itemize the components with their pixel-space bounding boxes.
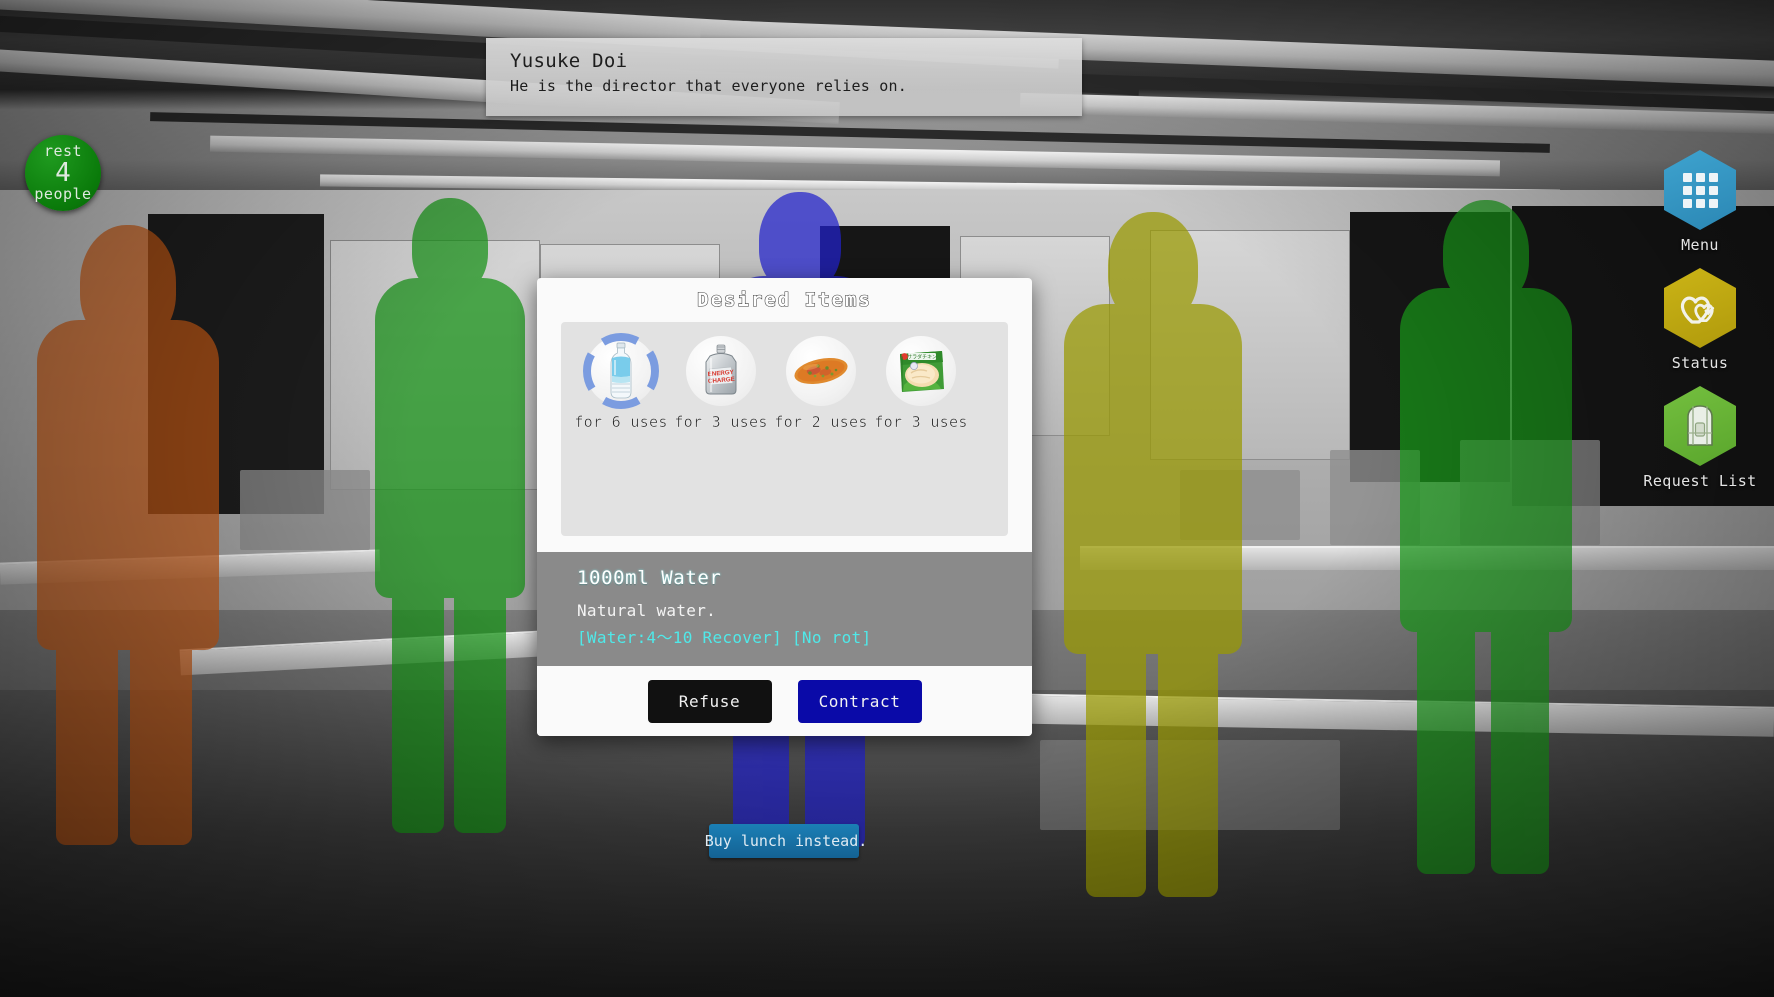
sidebar-item-menu[interactable]: Menu <box>1626 150 1774 254</box>
item-slot-jelly[interactable]: ENERGY CHARGE for 3 uses <box>671 336 771 431</box>
contract-button[interactable]: Contract <box>797 679 922 723</box>
dialog-title: Desired Items <box>697 288 872 311</box>
person-green-right <box>1395 200 1577 874</box>
sidebar-label-status: Status <box>1671 354 1729 372</box>
rest-count: 4 <box>55 158 71 188</box>
backpack-icon <box>1664 386 1736 466</box>
sidebar-label-request-list: Request List <box>1643 472 1757 490</box>
character-name: Yusuke Doi <box>510 50 628 72</box>
person-yellow <box>1058 212 1248 897</box>
water-bottle-icon <box>583 333 659 409</box>
item-slot-chicken[interactable]: サラダチキン for 3 uses <box>871 336 971 431</box>
item-effect-text: [Water:4〜10 Recover] [No rot] <box>577 628 872 647</box>
sidebar-item-status[interactable]: Status <box>1626 268 1774 372</box>
desired-items-dialog: Desired Items for 6 uses ENERGY CHARGE f… <box>537 278 1032 736</box>
bread-icon <box>786 336 856 406</box>
grid-icon <box>1664 150 1736 230</box>
item-slot-water[interactable]: for 6 uses <box>571 333 671 431</box>
sidebar-menu: Menu Status Request List <box>1626 150 1774 490</box>
character-tooltip: Yusuke Doi He is the director that every… <box>486 38 1082 116</box>
item-name: 1000ml Water <box>577 567 722 589</box>
person-green-left <box>370 198 530 838</box>
sidebar-label-menu: Menu <box>1681 236 1719 254</box>
item-slot-bread[interactable]: for 2 uses <box>771 336 871 431</box>
jelly-pouch-icon: ENERGY CHARGE <box>686 336 756 406</box>
item-uses-jelly: for 3 uses <box>674 413 768 431</box>
item-uses-water: for 6 uses <box>574 413 668 431</box>
refuse-button[interactable]: Refuse <box>647 679 772 723</box>
character-description: He is the director that everyone relies … <box>510 77 907 95</box>
item-uses-chicken: for 3 uses <box>874 413 968 431</box>
person-orange <box>30 225 225 845</box>
item-description-panel: 1000ml Water Natural water. [Water:4〜10 … <box>537 552 1032 666</box>
people-label: people <box>34 185 92 203</box>
sidebar-item-request-list[interactable]: Request List <box>1626 386 1774 490</box>
chicken-pack-icon: サラダチキン <box>886 336 956 406</box>
rest-label: rest <box>43 142 83 160</box>
buy-lunch-button[interactable]: Buy lunch instead. <box>705 824 867 858</box>
selection-ring-icon <box>583 333 659 409</box>
rest-people-badge: rest 4 people <box>25 135 101 211</box>
hearts-icon <box>1664 268 1736 348</box>
dialog-actions: Refuse Contract <box>537 666 1032 736</box>
items-panel: for 6 uses ENERGY CHARGE for 3 uses for … <box>561 322 1008 536</box>
svg-text:サラダチキン: サラダチキン <box>907 353 937 360</box>
item-uses-bread: for 2 uses <box>774 413 868 431</box>
desk-clutter <box>240 470 370 550</box>
item-description-text: Natural water. <box>577 601 717 620</box>
